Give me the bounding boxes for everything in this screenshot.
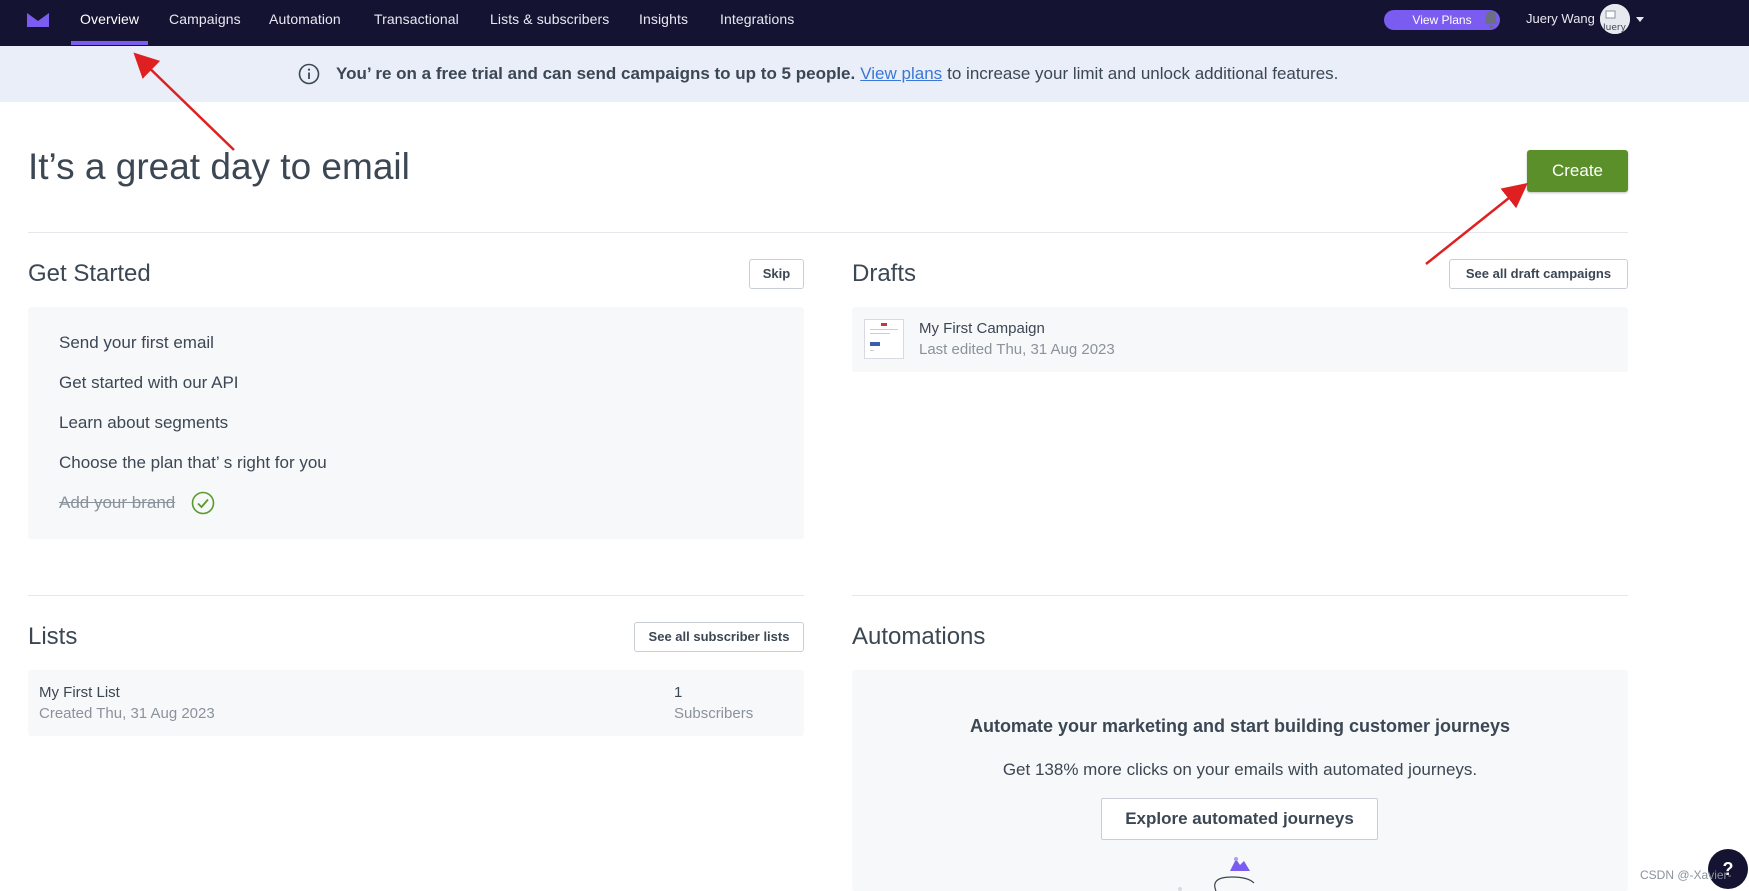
- see-all-lists-button[interactable]: See all subscriber lists: [634, 622, 804, 652]
- check-circle-icon: [191, 491, 215, 515]
- avatar-alt-text: Juery: [1602, 23, 1627, 33]
- get-started-item[interactable]: Send your first email: [59, 333, 214, 353]
- draft-meta: Last edited Thu, 31 Aug 2023: [919, 341, 1115, 358]
- drafts-title: Drafts: [852, 260, 917, 287]
- journey-illustration-icon: [1178, 857, 1255, 891]
- nav-overview[interactable]: Overview: [80, 0, 139, 46]
- list-name[interactable]: My First List: [39, 684, 120, 701]
- user-name[interactable]: Juery Wang: [1526, 0, 1595, 38]
- get-started-item[interactable]: Learn about segments: [59, 413, 228, 433]
- get-started-item[interactable]: Get started with our API: [59, 373, 239, 393]
- list-row[interactable]: [28, 670, 804, 736]
- automations-title: Automations: [852, 623, 986, 650]
- page-title: It’s a great day to email: [28, 146, 410, 187]
- automations-headline: Automate your marketing and start buildi…: [969, 716, 1511, 736]
- explore-journeys-button[interactable]: Explore automated journeys: [1101, 798, 1378, 840]
- draft-name[interactable]: My First Campaign: [919, 320, 1045, 337]
- nav-insights[interactable]: Insights: [639, 0, 688, 46]
- banner-message-suffix: to increase your limit and unlock additi…: [947, 64, 1339, 83]
- email-preview-icon: [870, 323, 898, 351]
- get-started-title: Get Started: [28, 260, 151, 287]
- nav-campaigns[interactable]: Campaigns: [169, 0, 241, 46]
- mailerlite-logo-icon[interactable]: [27, 13, 49, 27]
- divider: [28, 232, 1628, 233]
- view-plans-link[interactable]: View plans: [860, 64, 942, 84]
- watermark: CSDN @-Xavier-: [1640, 868, 1732, 882]
- get-started-item-completed[interactable]: Add your brand: [59, 493, 175, 513]
- skip-button[interactable]: Skip: [749, 259, 804, 289]
- lists-title: Lists: [28, 623, 78, 650]
- bell-icon[interactable]: [1483, 10, 1499, 29]
- top-nav: Overview Campaigns Automation Transactio…: [0, 0, 1749, 46]
- see-all-drafts-button[interactable]: See all draft campaigns: [1449, 259, 1628, 289]
- banner-message: You’ re on a free trial and can send cam…: [336, 64, 856, 83]
- divider: [28, 595, 804, 596]
- get-started-item[interactable]: Choose the plan that’ s right for you: [59, 453, 327, 473]
- trial-banner: You’ re on a free trial and can send cam…: [0, 46, 1749, 102]
- active-tab-indicator: [71, 41, 148, 45]
- subscriber-count-label: Subscribers: [674, 705, 754, 722]
- avatar-placeholder-icon: Juery: [1600, 4, 1630, 34]
- draft-row[interactable]: [852, 307, 1628, 372]
- create-button[interactable]: Create: [1527, 150, 1628, 192]
- info-icon: [298, 63, 320, 85]
- automations-subline: Get 138% more clicks on your emails with…: [1002, 760, 1478, 779]
- chevron-down-icon[interactable]: [1636, 17, 1644, 22]
- list-created: Created Thu, 31 Aug 2023: [39, 705, 215, 722]
- nav-lists-subscribers[interactable]: Lists & subscribers: [490, 0, 609, 46]
- draft-thumbnail[interactable]: [864, 319, 904, 359]
- nav-integrations[interactable]: Integrations: [720, 0, 794, 46]
- nav-transactional[interactable]: Transactional: [374, 0, 459, 46]
- divider: [852, 595, 1628, 596]
- annotation-arrow-create: [1425, 182, 1528, 265]
- nav-automation[interactable]: Automation: [269, 0, 341, 46]
- avatar[interactable]: Juery: [1600, 4, 1630, 34]
- subscriber-count: 1: [674, 684, 683, 701]
- get-started-panel: Send your first email Get started with o…: [28, 307, 804, 539]
